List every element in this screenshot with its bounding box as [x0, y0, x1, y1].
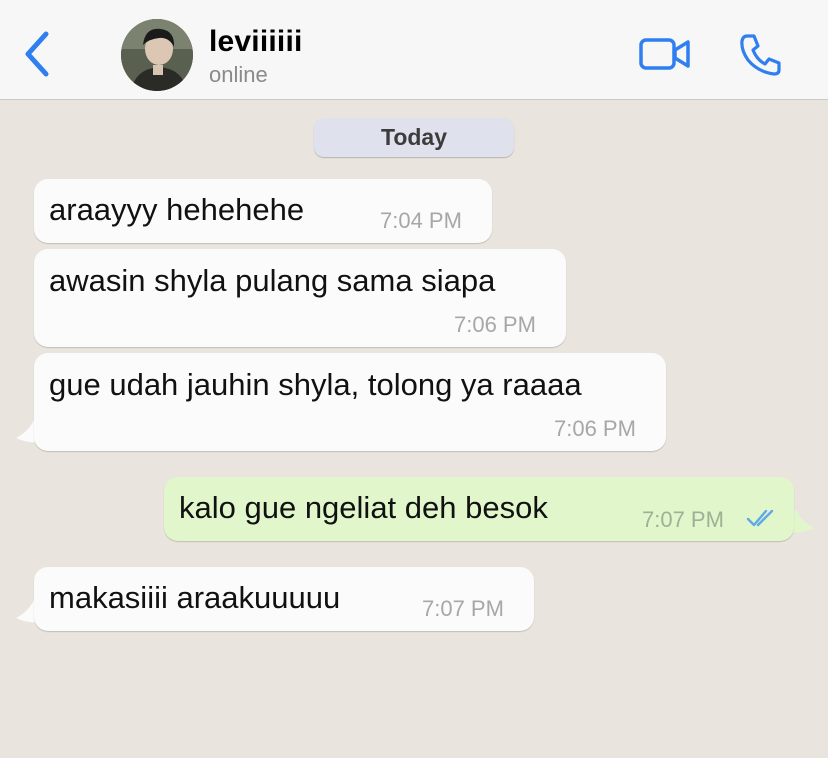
- message-text: makasiiii araakuuuuu: [49, 580, 341, 615]
- phone-icon[interactable]: [738, 32, 782, 78]
- message-text: kalo gue ngeliat deh besok: [179, 490, 548, 525]
- message-timestamp: 7:04 PM: [380, 208, 462, 233]
- message-bubble-incoming[interactable]: awasin shyla pulang sama siapa 7:06 PM: [34, 249, 566, 347]
- message-bubble-outgoing[interactable]: kalo gue ngeliat deh besok 7:07 PM: [164, 477, 794, 541]
- chat-screen: leviiiiii online Today araayyy hehehehe …: [0, 0, 828, 758]
- contact-name[interactable]: leviiiiii: [209, 25, 303, 59]
- message-timestamp: 7:07 PM: [422, 596, 504, 621]
- message-text: gue udah jauhin shyla, tolong ya raaaa: [49, 367, 582, 402]
- message-bubble-incoming[interactable]: makasiiii araakuuuuu 7:07 PM: [34, 567, 534, 631]
- chevron-left-icon[interactable]: [18, 28, 58, 80]
- message-timestamp: 7:06 PM: [454, 312, 536, 337]
- avatar[interactable]: [121, 19, 193, 91]
- message-bubble-incoming[interactable]: araayyy hehehehe 7:04 PM: [34, 179, 492, 243]
- message-timestamp: 7:06 PM: [554, 416, 636, 441]
- message-text: awasin shyla pulang sama siapa: [49, 263, 496, 298]
- chat-header: leviiiiii online: [0, 0, 828, 100]
- message-timestamp: 7:07 PM: [642, 507, 724, 532]
- video-camera-icon[interactable]: [638, 34, 692, 74]
- double-check-icon: [746, 509, 774, 527]
- message-text: araayyy hehehehe: [49, 192, 305, 227]
- message-bubble-incoming[interactable]: gue udah jauhin shyla, tolong ya raaaa 7…: [34, 353, 666, 451]
- contact-status: online: [209, 62, 268, 87]
- date-separator: Today: [314, 118, 514, 157]
